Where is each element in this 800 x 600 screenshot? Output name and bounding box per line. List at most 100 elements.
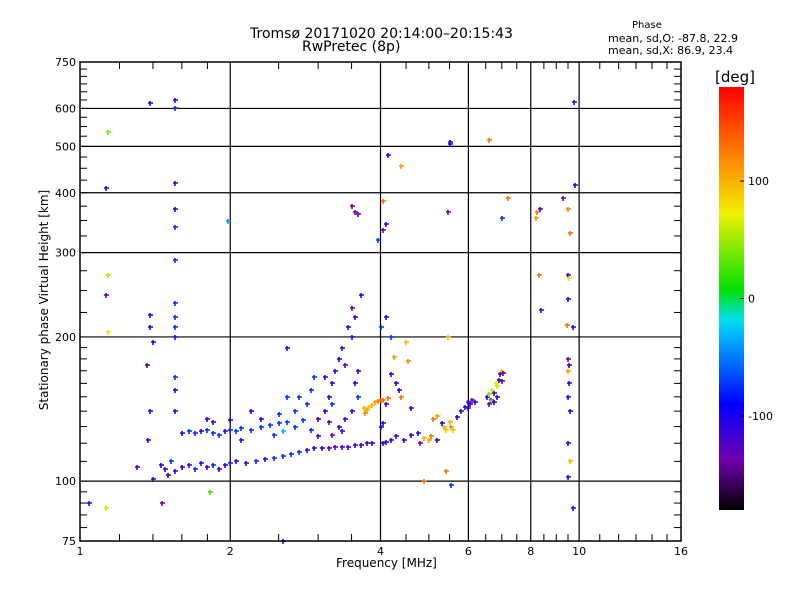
data-point <box>166 473 171 478</box>
data-point <box>173 181 178 186</box>
data-point <box>106 273 111 278</box>
data-point <box>495 395 500 400</box>
data-point <box>406 359 411 364</box>
data-point <box>381 228 386 233</box>
data-point <box>309 388 314 393</box>
legend-title: Phase <box>632 20 662 31</box>
data-point <box>316 417 321 422</box>
data-point <box>370 441 375 446</box>
data-point <box>173 469 178 474</box>
data-point <box>285 420 290 425</box>
data-point <box>305 448 310 453</box>
data-point <box>145 363 150 368</box>
x-tick-label: 6 <box>465 545 472 558</box>
data-point <box>394 381 399 386</box>
x-tick-label: 10 <box>572 545 586 558</box>
data-point <box>148 313 153 318</box>
data-point <box>566 441 571 446</box>
data-point <box>180 465 185 470</box>
data-point <box>384 440 389 445</box>
data-point <box>106 330 111 335</box>
data-point <box>277 421 282 426</box>
data-point <box>217 467 222 472</box>
data-point <box>289 452 294 457</box>
data-point <box>568 231 573 236</box>
data-point <box>561 196 566 201</box>
data-point <box>573 183 578 188</box>
data-point <box>193 431 198 436</box>
data-point <box>330 381 335 386</box>
data-point <box>346 325 351 330</box>
data-point <box>249 409 254 414</box>
data-point <box>244 461 249 466</box>
y-tick-label: 300 <box>55 247 76 260</box>
data-point <box>353 381 358 386</box>
data-point <box>340 445 345 450</box>
grid-lines <box>80 62 681 541</box>
colorbar-tick-label: -100 <box>748 410 773 423</box>
data-point <box>327 420 332 425</box>
data-point <box>359 293 364 298</box>
data-point <box>567 381 572 386</box>
data-point <box>340 346 345 351</box>
data-point <box>384 315 389 320</box>
data-point <box>350 306 355 311</box>
data-point <box>350 204 355 209</box>
data-point <box>104 293 109 298</box>
data-point <box>211 420 216 425</box>
data-point <box>320 446 325 451</box>
data-point <box>159 463 164 468</box>
data-point <box>418 441 423 446</box>
data-point <box>353 443 358 448</box>
data-point <box>534 216 539 221</box>
data-point <box>389 438 394 443</box>
data-point <box>431 417 436 422</box>
data-point <box>234 429 239 434</box>
data-point <box>566 297 571 302</box>
colorbar-label: [deg] <box>715 68 755 86</box>
data-point <box>293 409 298 414</box>
data-point <box>323 375 328 380</box>
data-point <box>448 420 453 425</box>
data-point <box>392 355 397 360</box>
data-point <box>389 335 394 340</box>
data-point <box>173 225 178 230</box>
data-point <box>301 418 306 423</box>
data-point <box>397 388 402 393</box>
data-point <box>223 429 228 434</box>
data-point <box>312 375 317 380</box>
data-point <box>169 459 174 464</box>
data-point <box>566 475 571 480</box>
data-point <box>187 463 192 468</box>
data-point <box>333 445 338 450</box>
data-point <box>459 409 464 414</box>
data-point <box>173 106 178 111</box>
data-point <box>416 431 421 436</box>
y-tick-label: 400 <box>55 187 76 200</box>
data-point <box>567 363 572 368</box>
data-point <box>173 207 178 212</box>
data-point <box>330 402 335 407</box>
data-point <box>409 433 414 438</box>
data-point <box>148 325 153 330</box>
data-point <box>566 357 571 362</box>
data-point <box>571 325 576 330</box>
colorbar-tick-label: 0 <box>748 293 755 306</box>
data-point <box>272 433 277 438</box>
data-point <box>187 429 192 434</box>
data-point <box>173 388 178 393</box>
data-point <box>422 436 427 441</box>
data-point <box>160 501 165 506</box>
data-point <box>268 423 273 428</box>
data-point <box>173 335 178 340</box>
data-point <box>394 434 399 439</box>
data-point <box>350 409 355 414</box>
data-point <box>285 346 290 351</box>
data-point <box>272 456 277 461</box>
data-point <box>565 323 570 328</box>
data-point <box>365 441 370 446</box>
data-point <box>571 506 576 511</box>
data-point <box>173 409 178 414</box>
data-point <box>148 101 153 106</box>
data-point <box>386 153 391 158</box>
